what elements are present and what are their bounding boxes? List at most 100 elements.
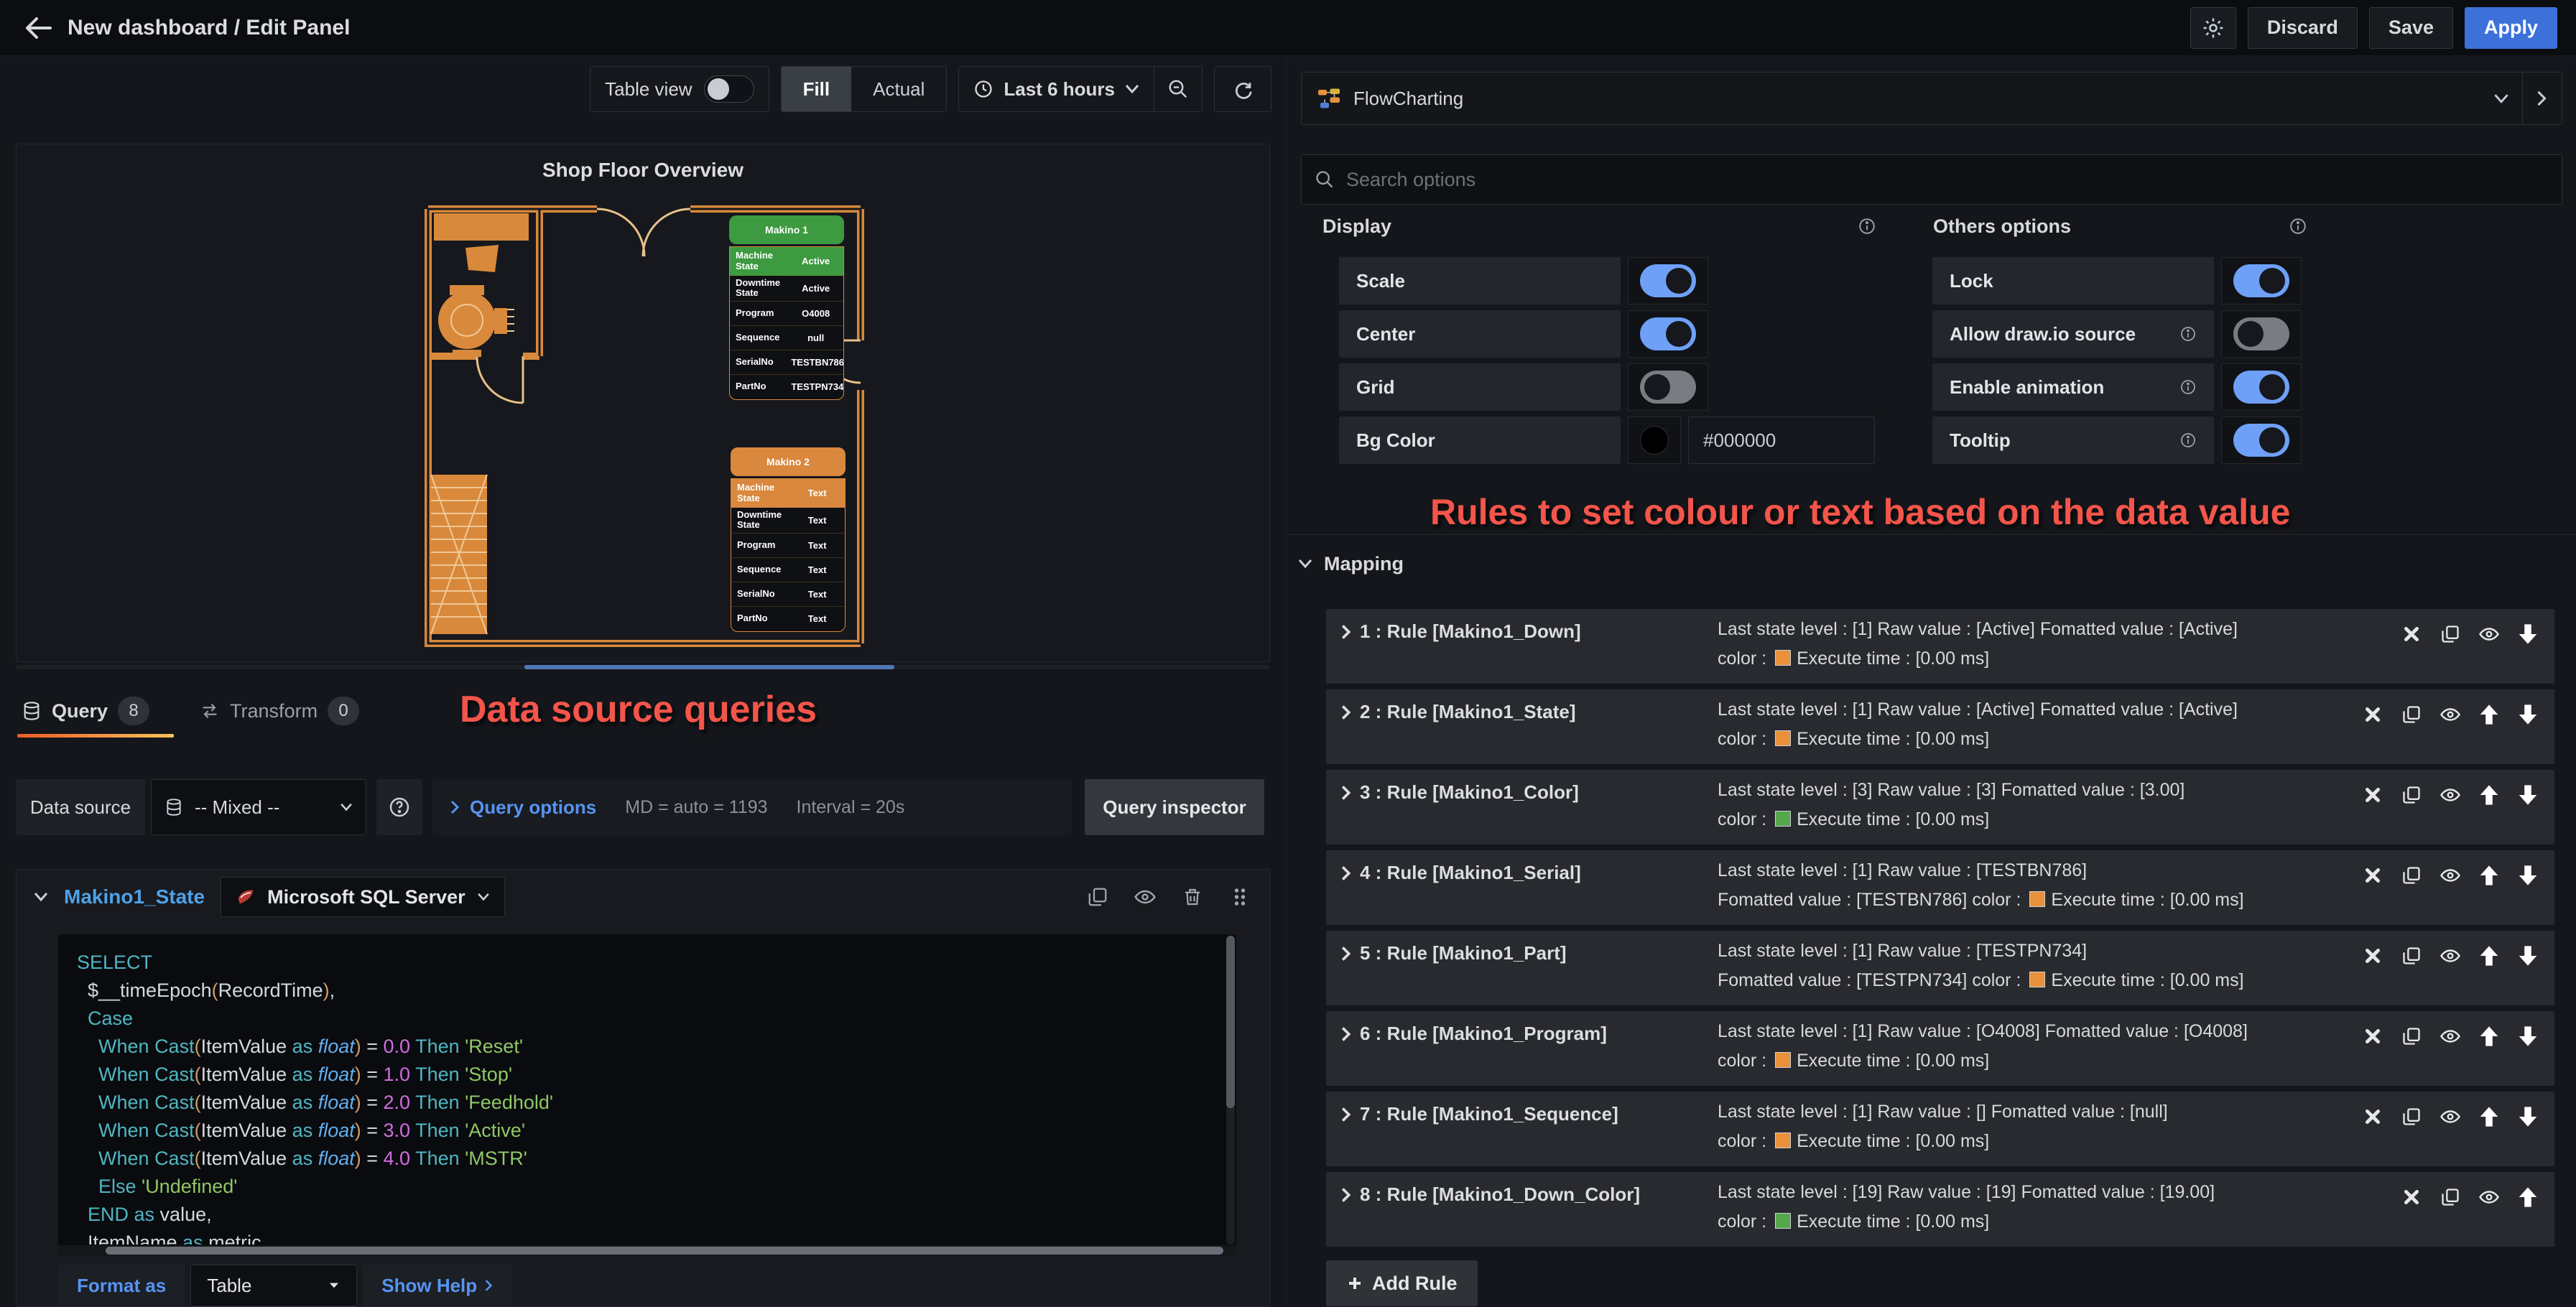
- rule-delete-icon[interactable]: [2399, 622, 2424, 646]
- rule-move-down-icon[interactable]: [2516, 702, 2540, 727]
- tab-query[interactable]: Query 8: [22, 697, 150, 725]
- mapping-rule-row[interactable]: 2 : Rule [Makino1_State] Last state level…: [1326, 689, 2554, 764]
- discard-button[interactable]: Discard: [2247, 6, 2358, 49]
- collapse-chevron-icon[interactable]: [34, 892, 48, 902]
- rule-delete-icon[interactable]: [2360, 1024, 2385, 1048]
- toggle-switch-allow-draw-io-source[interactable]: [2233, 317, 2289, 350]
- mapping-rule-row[interactable]: 7 : Rule [Makino1_Sequence] Last state le…: [1326, 1092, 2554, 1166]
- delete-query-trash-button[interactable]: [1180, 885, 1205, 909]
- mapping-rule-row[interactable]: 8 : Rule [Makino1_Down_Color] Last state …: [1326, 1172, 2554, 1247]
- rule-move-down-icon[interactable]: [2516, 1024, 2540, 1048]
- rule-duplicate-icon[interactable]: [2399, 702, 2424, 727]
- toggle-switch-tooltip[interactable]: [2233, 424, 2289, 457]
- code-vertical-scrollbar[interactable]: [1226, 936, 1235, 1245]
- add-rule-button[interactable]: Add Rule: [1326, 1260, 1478, 1306]
- others-info-icon[interactable]: [2289, 217, 2307, 236]
- hide-query-eye-button[interactable]: [1133, 885, 1157, 909]
- toggle-switch-scale[interactable]: [1640, 264, 1696, 297]
- rule-delete-icon[interactable]: [2360, 783, 2385, 807]
- rule-duplicate-icon[interactable]: [2399, 863, 2424, 888]
- table-view-toggle[interactable]: [703, 75, 754, 103]
- mapping-section-header[interactable]: Mapping: [1298, 547, 1404, 580]
- rule-delete-icon[interactable]: [2360, 702, 2385, 727]
- rule-move-down-icon[interactable]: [2516, 863, 2540, 888]
- duplicate-query-button[interactable]: [1085, 885, 1110, 909]
- visualization-picker[interactable]: FlowCharting: [1301, 72, 2562, 125]
- bg-color-input[interactable]: [1688, 417, 1875, 464]
- mapping-rule-row[interactable]: 6 : Rule [Makino1_Program] Last state lev…: [1326, 1011, 2554, 1086]
- rule-delete-icon[interactable]: [2399, 1185, 2424, 1209]
- rule-duplicate-icon[interactable]: [2438, 622, 2463, 646]
- mapping-rule-row[interactable]: 4 : Rule [Makino1_Serial] Last state leve…: [1326, 850, 2554, 925]
- rule-visibility-eye-icon[interactable]: [2438, 944, 2463, 968]
- rule-duplicate-icon[interactable]: [2399, 1024, 2424, 1048]
- rule-visibility-eye-icon[interactable]: [2438, 863, 2463, 888]
- show-help-link[interactable]: Show Help: [363, 1265, 512, 1306]
- rule-move-down-icon[interactable]: [2516, 1104, 2540, 1129]
- zoom-out-button[interactable]: [1154, 66, 1202, 112]
- query-datasource-select[interactable]: Microsoft SQL Server: [221, 877, 505, 917]
- datasource-help-button[interactable]: [376, 779, 422, 835]
- chevron-down-icon[interactable]: [2493, 93, 2509, 104]
- rule-move-down-icon[interactable]: [2516, 944, 2540, 968]
- refresh-button[interactable]: [1214, 66, 1271, 112]
- save-button[interactable]: Save: [2368, 6, 2453, 49]
- code-horizontal-scrollbar[interactable]: [58, 1245, 1236, 1256]
- rule-move-up-icon[interactable]: [2477, 783, 2501, 807]
- bg-color-swatch[interactable]: [1628, 417, 1681, 464]
- rule-delete-icon[interactable]: [2360, 863, 2385, 888]
- rule-move-up-icon[interactable]: [2477, 1104, 2501, 1129]
- rule-duplicate-icon[interactable]: [2399, 944, 2424, 968]
- scrollbar-thumb[interactable]: [106, 1247, 1223, 1255]
- rule-visibility-eye-icon[interactable]: [2477, 1185, 2501, 1209]
- toggle-switch-enable-animation[interactable]: [2233, 371, 2289, 404]
- rule-duplicate-icon[interactable]: [2438, 1185, 2463, 1209]
- drag-handle[interactable]: [1228, 885, 1252, 909]
- mapping-rule-row[interactable]: 1 : Rule [Makino1_Down] Last state level …: [1326, 609, 2554, 684]
- datasource-select[interactable]: -- Mixed --: [151, 779, 366, 835]
- display-info-icon[interactable]: [1858, 217, 1876, 236]
- apply-button[interactable]: Apply: [2464, 6, 2557, 49]
- rule-visibility-eye-icon[interactable]: [2438, 783, 2463, 807]
- panel-settings-gear-button[interactable]: [2190, 6, 2236, 49]
- rule-move-up-icon[interactable]: [2477, 702, 2501, 727]
- scrollbar-thumb[interactable]: [1226, 936, 1235, 1108]
- fill-option[interactable]: Fill: [781, 67, 852, 111]
- query-ref-name[interactable]: Makino1_State: [64, 885, 205, 908]
- search-options-input[interactable]: [1345, 167, 2549, 192]
- mapping-rule-row[interactable]: 5 : Rule [Makino1_Part] Last state level …: [1326, 931, 2554, 1005]
- info-icon[interactable]: [2179, 378, 2197, 396]
- query-options-expander[interactable]: Query options: [450, 796, 596, 819]
- actual-option[interactable]: Actual: [851, 67, 946, 111]
- query-inspector-button[interactable]: Query inspector: [1085, 779, 1264, 835]
- rule-move-up-icon[interactable]: [2516, 1185, 2540, 1209]
- rule-visibility-eye-icon[interactable]: [2477, 622, 2501, 646]
- toggle-switch-grid[interactable]: [1640, 371, 1696, 404]
- rule-delete-icon[interactable]: [2360, 944, 2385, 968]
- rule-delete-icon[interactable]: [2360, 1104, 2385, 1129]
- toggle-switch-center[interactable]: [1640, 317, 1696, 350]
- rule-duplicate-icon[interactable]: [2399, 783, 2424, 807]
- rule-move-down-icon[interactable]: [2516, 622, 2540, 646]
- toggle-switch-lock[interactable]: [2233, 264, 2289, 297]
- time-range-picker[interactable]: Last 6 hours: [959, 78, 1154, 101]
- sql-code-editor[interactable]: SELECT $__timeEpoch(RecordTime), Case Wh…: [58, 934, 1236, 1256]
- collapse-pane-chevron-icon[interactable]: [2536, 90, 2547, 107]
- format-as-select[interactable]: Table: [190, 1265, 358, 1306]
- rule-move-up-icon[interactable]: [2477, 1024, 2501, 1048]
- mapping-rule-row[interactable]: 3 : Rule [Makino1_Color] Last state level…: [1326, 770, 2554, 845]
- rule-visibility-eye-icon[interactable]: [2438, 1024, 2463, 1048]
- sql-code[interactable]: SELECT $__timeEpoch(RecordTime), Case Wh…: [58, 934, 1225, 1245]
- rule-duplicate-icon[interactable]: [2399, 1104, 2424, 1129]
- tab-transform[interactable]: Transform 0: [200, 697, 360, 725]
- panel-horizontal-scrollbar[interactable]: [16, 665, 1270, 669]
- scrollbar-thumb[interactable]: [524, 665, 894, 669]
- back-arrow-icon[interactable]: [19, 9, 57, 47]
- rule-move-up-icon[interactable]: [2477, 863, 2501, 888]
- info-icon[interactable]: [2179, 432, 2197, 449]
- rule-move-up-icon[interactable]: [2477, 944, 2501, 968]
- rule-move-down-icon[interactable]: [2516, 783, 2540, 807]
- info-icon[interactable]: [2179, 325, 2197, 343]
- rule-visibility-eye-icon[interactable]: [2438, 1104, 2463, 1129]
- rule-visibility-eye-icon[interactable]: [2438, 702, 2463, 727]
